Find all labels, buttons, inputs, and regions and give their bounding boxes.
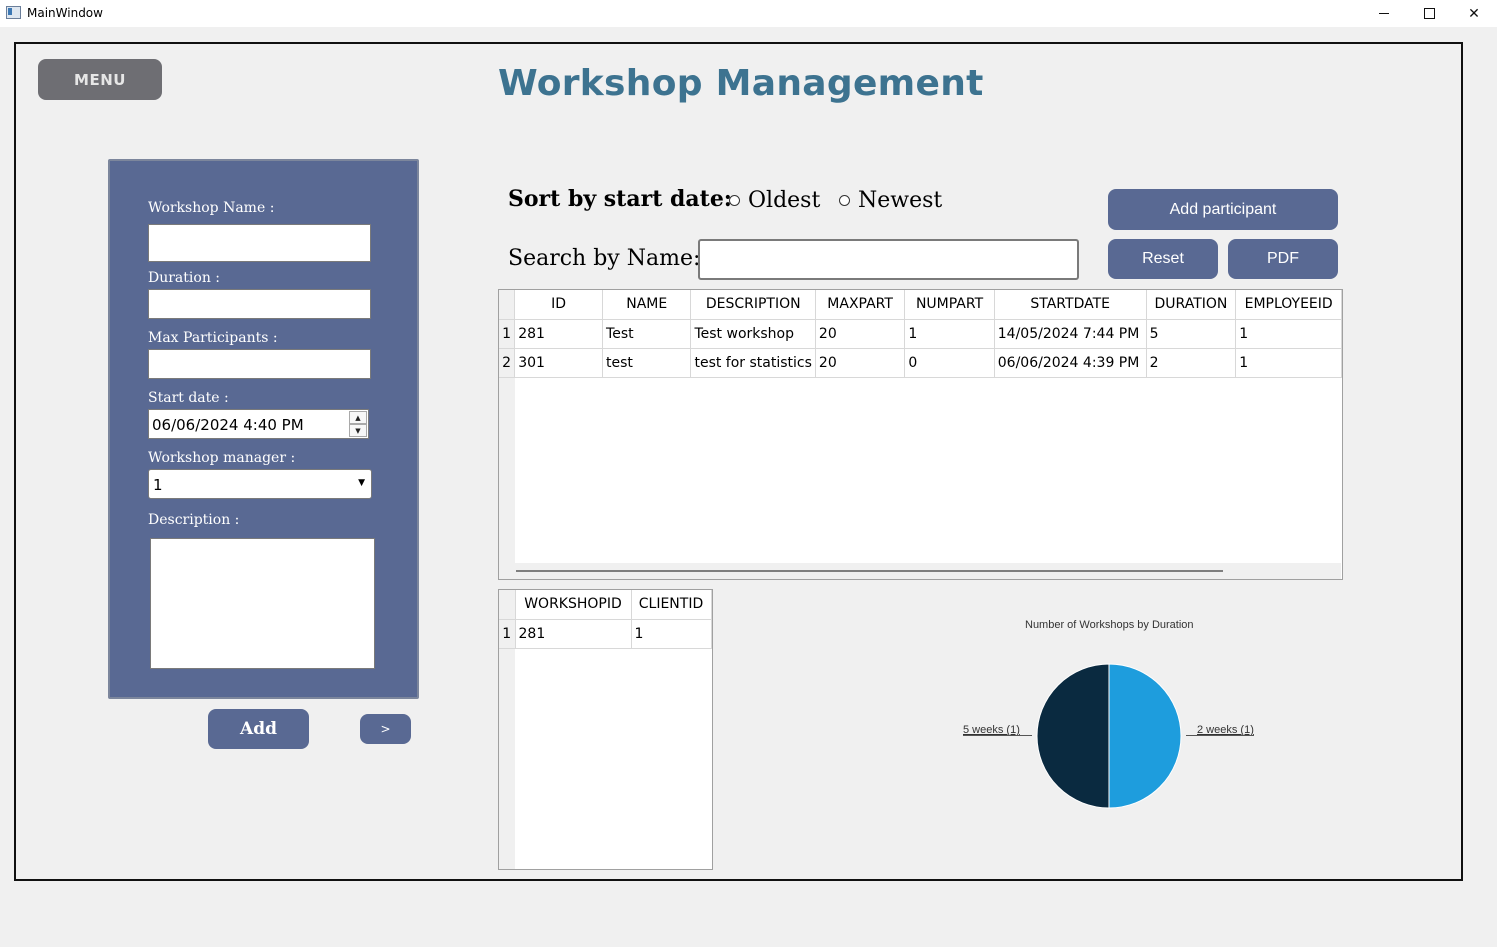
start-date-label: Start date :: [148, 390, 229, 406]
reset-button[interactable]: Reset: [1108, 239, 1218, 279]
sort-oldest-label: Oldest: [748, 188, 821, 213]
chart-title: Number of Workshops by Duration: [1025, 619, 1194, 631]
menu-button[interactable]: MENU: [38, 59, 162, 100]
workshop-manager-value: 1: [153, 476, 163, 494]
column-header-numpart[interactable]: NUMPART: [904, 290, 995, 320]
workshops-grid: ID NAME DESCRIPTION MAXPART NUMPART STAR…: [499, 290, 1342, 378]
close-button[interactable]: ✕: [1451, 0, 1497, 27]
page-title: Workshop Management: [498, 63, 984, 104]
add-participant-button[interactable]: Add participant: [1108, 189, 1338, 230]
row-header[interactable]: 2: [499, 348, 516, 378]
table-cell[interactable]: 0: [904, 348, 995, 378]
horizontal-scrollbar[interactable]: [515, 563, 1341, 579]
workshop-manager-select[interactable]: 1 ▼: [148, 469, 372, 499]
duration-input[interactable]: [148, 289, 371, 319]
table-cell[interactable]: test: [602, 348, 692, 378]
radio-icon: [729, 195, 740, 206]
spin-up-icon[interactable]: ▲: [349, 411, 367, 424]
column-header-workshopid[interactable]: WORKSHOPID: [515, 590, 632, 620]
radio-icon: [839, 195, 850, 206]
participants-grid: WORKSHOPID CLIENTID 1 281 1: [499, 590, 712, 649]
table-cell[interactable]: Test workshop: [690, 319, 816, 349]
corner-cell[interactable]: [499, 590, 516, 620]
column-header-duration[interactable]: DURATION: [1146, 290, 1237, 320]
column-header-startdate[interactable]: STARTDATE: [994, 290, 1147, 320]
column-header-name[interactable]: NAME: [602, 290, 692, 320]
table-cell[interactable]: 20: [815, 319, 906, 349]
column-header-clientid[interactable]: CLIENTID: [631, 590, 712, 620]
table-cell[interactable]: 1: [631, 619, 712, 649]
max-participants-label: Max Participants :: [148, 330, 278, 346]
description-label: Description :: [148, 512, 240, 528]
participants-table[interactable]: WORKSHOPID CLIENTID 1 281 1: [498, 589, 713, 870]
table-cell[interactable]: test for statistics: [690, 348, 816, 378]
table-row[interactable]: 1 281 Test Test workshop 20 1 14/05/2024…: [499, 319, 1342, 349]
table-cell[interactable]: Test: [602, 319, 692, 349]
table-cell[interactable]: 2: [1146, 348, 1237, 378]
start-date-input[interactable]: 06/06/2024 4:40 PM ▲ ▼: [148, 409, 369, 439]
workshops-table[interactable]: ID NAME DESCRIPTION MAXPART NUMPART STAR…: [498, 289, 1343, 580]
table-cell[interactable]: 14/05/2024 7:44 PM: [994, 319, 1147, 349]
row-header[interactable]: 1: [499, 319, 516, 349]
max-participants-input[interactable]: [148, 349, 371, 379]
column-header-employeeid[interactable]: EMPLOYEEID: [1235, 290, 1342, 320]
spin-down-icon[interactable]: ▼: [349, 424, 367, 437]
window-titlebar: MainWindow ✕: [0, 0, 1497, 27]
duration-label: Duration :: [148, 270, 220, 286]
workshop-name-input[interactable]: [148, 224, 371, 262]
table-cell[interactable]: 20: [815, 348, 906, 378]
workshop-name-label: Workshop Name :: [148, 200, 275, 216]
close-icon: ✕: [1468, 5, 1480, 22]
table-cell[interactable]: 06/06/2024 4:39 PM: [994, 348, 1147, 378]
pdf-button[interactable]: PDF: [1228, 239, 1338, 279]
app-icon: [6, 6, 21, 19]
workshop-manager-label: Workshop manager :: [148, 450, 296, 466]
search-input[interactable]: [698, 239, 1079, 280]
column-header-maxpart[interactable]: MAXPART: [815, 290, 906, 320]
table-row[interactable]: 2 301 test test for statistics 20 0 06/0…: [499, 348, 1342, 378]
window-title: MainWindow: [27, 6, 103, 20]
table-cell[interactable]: 5: [1146, 319, 1237, 349]
table-cell[interactable]: 1: [1235, 319, 1342, 349]
sort-newest-label: Newest: [858, 188, 943, 213]
column-header-id[interactable]: ID: [514, 290, 604, 320]
sort-oldest-radio[interactable]: Oldest: [729, 188, 820, 213]
corner-cell[interactable]: [499, 290, 516, 320]
row-header[interactable]: 1: [499, 619, 516, 649]
table-cell[interactable]: 1: [1235, 348, 1342, 378]
sort-label: Sort by start date:: [508, 186, 732, 212]
start-date-value: 06/06/2024 4:40 PM: [152, 416, 304, 434]
description-input[interactable]: [150, 538, 375, 669]
table-row[interactable]: 1 281 1: [499, 619, 712, 649]
chevron-down-icon: ▼: [358, 478, 365, 488]
table-cell[interactable]: 281: [515, 619, 632, 649]
minimize-icon: [1379, 13, 1389, 14]
search-label: Search by Name:: [508, 246, 701, 271]
add-button[interactable]: Add: [208, 709, 309, 749]
pie-leader-lines: [963, 735, 1254, 736]
table-cell[interactable]: 1: [904, 319, 995, 349]
maximize-icon: [1423, 8, 1435, 19]
maximize-button[interactable]: [1406, 0, 1452, 27]
table-cell[interactable]: 281: [514, 319, 604, 349]
column-header-description[interactable]: DESCRIPTION: [690, 290, 816, 320]
next-button[interactable]: >: [360, 714, 411, 744]
scrollbar-thumb[interactable]: [516, 570, 1223, 572]
sort-newest-radio[interactable]: Newest: [839, 188, 942, 213]
minimize-button[interactable]: [1361, 0, 1407, 27]
table-cell[interactable]: 301: [514, 348, 604, 378]
